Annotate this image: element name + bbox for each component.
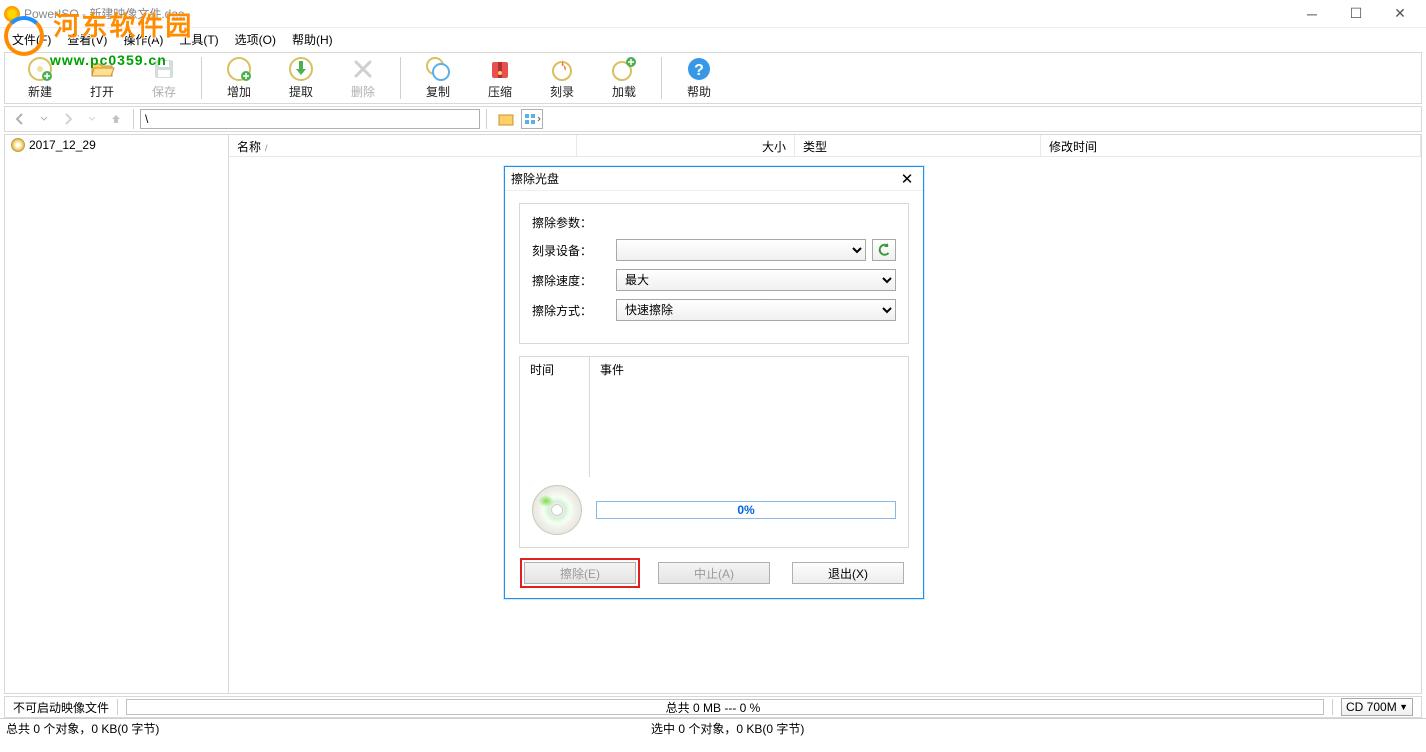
- toolbar-help[interactable]: ?帮助: [668, 54, 730, 102]
- status-bar-capacity: 不可启动映像文件 总共 0 MB --- 0 % CD 700M ▼: [4, 696, 1422, 718]
- toolbar-save[interactable]: 保存: [133, 54, 195, 102]
- toolbar-extract[interactable]: 提取: [270, 54, 332, 102]
- device-select[interactable]: [616, 239, 866, 261]
- nav-bar: \: [4, 106, 1422, 132]
- log-table: 时间 事件: [520, 357, 908, 477]
- log-col-time: 时间: [520, 357, 590, 477]
- disc-size-select[interactable]: CD 700M ▼: [1341, 698, 1413, 716]
- menu-tool[interactable]: 工具(T): [171, 29, 226, 50]
- toolbar-separator: [661, 57, 662, 99]
- method-select[interactable]: 快速擦除: [616, 299, 896, 321]
- compress-icon: [487, 56, 513, 82]
- maximize-button[interactable]: ☐: [1334, 0, 1378, 28]
- toolbar-add[interactable]: 增加: [208, 54, 270, 102]
- dialog-titlebar[interactable]: 擦除光盘 ✕: [505, 167, 923, 191]
- menu-option[interactable]: 选项(O): [227, 29, 284, 50]
- boot-status: 不可启动映像文件: [13, 699, 109, 716]
- group-title: 擦除参数：: [532, 214, 896, 231]
- new-icon: [27, 56, 53, 82]
- save-icon: [151, 56, 177, 82]
- refresh-device-button[interactable]: [872, 239, 896, 261]
- log-col-event: 事件: [590, 357, 908, 477]
- menu-action[interactable]: 操作(A): [115, 29, 171, 50]
- nav-back-menu[interactable]: [33, 109, 55, 129]
- toolbar-separator: [201, 57, 202, 99]
- app-icon: [4, 6, 20, 22]
- copy-icon: [425, 56, 451, 82]
- delete-icon: [350, 56, 376, 82]
- method-label: 擦除方式：: [532, 302, 616, 319]
- add-icon: [226, 56, 252, 82]
- minimize-button[interactable]: ─: [1290, 0, 1334, 28]
- erase-params-group: 擦除参数： 刻录设备： 擦除速度： 最大 擦除方式： 快速擦除: [519, 203, 909, 344]
- folder-view-button[interactable]: [495, 109, 517, 129]
- burn-icon: [549, 56, 575, 82]
- nav-back[interactable]: [9, 109, 31, 129]
- window-title: PowerISO - 新建映像文件.daa: [24, 5, 185, 22]
- toolbar-copy[interactable]: 复制: [407, 54, 469, 102]
- menu-view[interactable]: 查看(V): [59, 29, 115, 50]
- svg-text:?: ?: [694, 62, 704, 79]
- toolbar-new[interactable]: 新建: [9, 54, 71, 102]
- nav-forward-menu[interactable]: [81, 109, 103, 129]
- list-header: 名称/ 大小 类型 修改时间: [229, 135, 1421, 157]
- open-icon: [89, 56, 115, 82]
- toolbar-open[interactable]: 打开: [71, 54, 133, 102]
- selected-objects: 选中 0 个对象，0 KB(0 字节): [651, 720, 804, 737]
- menu-help[interactable]: 帮助(H): [284, 29, 341, 50]
- toolbar-burn[interactable]: 刻录: [531, 54, 593, 102]
- address-path: \: [145, 112, 148, 126]
- device-label: 刻录设备：: [532, 242, 616, 259]
- view-mode-button[interactable]: [521, 109, 543, 129]
- window-titlebar: PowerISO - 新建映像文件.daa ─ ☐ ✕: [0, 0, 1426, 28]
- dialog-close-button[interactable]: ✕: [897, 170, 917, 188]
- toolbar-delete[interactable]: 删除: [332, 54, 394, 102]
- mount-icon: [611, 56, 637, 82]
- col-name[interactable]: 名称/: [229, 135, 577, 156]
- erase-button[interactable]: 擦除(E): [524, 562, 636, 584]
- chevron-down-icon: ▼: [1399, 702, 1408, 712]
- col-size[interactable]: 大小: [577, 135, 795, 156]
- disc-icon: [11, 138, 25, 152]
- status-bar-counts: 总共 0 个对象，0 KB(0 字节) 选中 0 个对象，0 KB(0 字节): [0, 718, 1426, 738]
- nav-forward[interactable]: [57, 109, 79, 129]
- speed-label: 擦除速度：: [532, 272, 616, 289]
- menu-file[interactable]: 文件(F): [4, 29, 59, 50]
- refresh-icon: [877, 243, 891, 257]
- toolbar-separator: [400, 57, 401, 99]
- nav-up[interactable]: [105, 109, 127, 129]
- progress-group: 时间 事件 0%: [519, 356, 909, 548]
- progress-bar: 0%: [596, 501, 896, 519]
- help-icon: ?: [686, 56, 712, 82]
- total-label: 总共 0 MB --- 0 %: [666, 699, 761, 716]
- exit-button[interactable]: 退出(X): [792, 562, 904, 584]
- abort-button[interactable]: 中止(A): [658, 562, 770, 584]
- dialog-title: 擦除光盘: [511, 170, 559, 187]
- speed-select[interactable]: 最大: [616, 269, 896, 291]
- toolbar-mount[interactable]: 加载: [593, 54, 655, 102]
- tree-root-label: 2017_12_29: [29, 138, 96, 152]
- close-button[interactable]: ✕: [1378, 0, 1422, 28]
- col-type[interactable]: 类型: [795, 135, 1041, 156]
- total-objects: 总共 0 个对象，0 KB(0 字节): [6, 720, 159, 737]
- tree-root-item[interactable]: 2017_12_29: [9, 137, 224, 153]
- address-bar[interactable]: \: [140, 109, 480, 129]
- disc-graphic: [532, 485, 582, 535]
- extract-icon: [288, 56, 314, 82]
- col-modified[interactable]: 修改时间: [1041, 135, 1421, 156]
- toolbar-compress[interactable]: 压缩: [469, 54, 531, 102]
- toolbar: 新建 打开 保存 增加 提取 删除 复制 压缩 刻录 加载 ?帮助: [4, 52, 1422, 104]
- menu-bar: 文件(F) 查看(V) 操作(A) 工具(T) 选项(O) 帮助(H): [0, 28, 1426, 50]
- erase-disc-dialog: 擦除光盘 ✕ 擦除参数： 刻录设备： 擦除速度： 最大 擦除方式： 快速擦除: [504, 166, 924, 599]
- tree-panel[interactable]: 2017_12_29: [5, 135, 229, 693]
